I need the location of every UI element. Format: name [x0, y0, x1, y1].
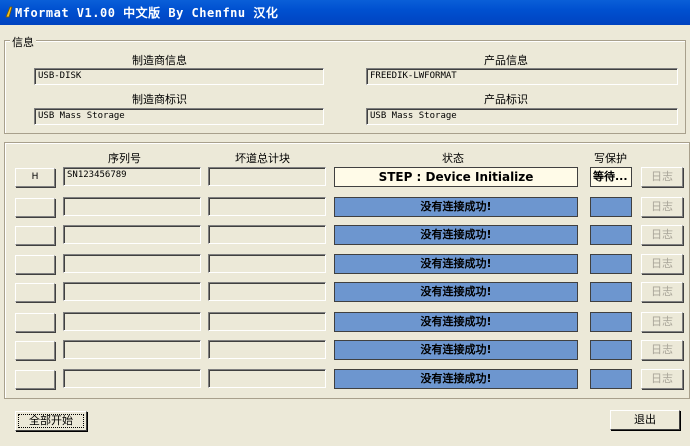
log-button[interactable]: 日志 [641, 282, 683, 302]
log-button[interactable]: 日志 [641, 167, 683, 187]
write-protect-field [590, 312, 632, 332]
device-select-button[interactable] [15, 283, 55, 302]
serial-number-field [63, 254, 201, 273]
exit-button[interactable]: 退出 [610, 410, 680, 430]
status-field: 没有连接成功! [334, 254, 578, 274]
device-select-button[interactable] [15, 370, 55, 389]
serial-number-field [63, 282, 201, 301]
status-field: 没有连接成功! [334, 282, 578, 302]
status-field: 没有连接成功! [334, 225, 578, 245]
badblocks-field [208, 282, 326, 301]
log-button[interactable]: 日志 [641, 369, 683, 389]
log-button[interactable]: 日志 [641, 197, 683, 217]
badblocks-field [208, 197, 326, 216]
write-protect-field [590, 225, 632, 245]
badblocks-field [208, 254, 326, 273]
product-info-label: 产品信息 [484, 54, 528, 67]
status-field: STEP : Device Initialize [334, 167, 578, 187]
log-button[interactable]: 日志 [641, 340, 683, 360]
serial-number-field [63, 197, 201, 216]
write-protect-field [590, 282, 632, 302]
serial-number-field: SN123456789 [63, 167, 201, 186]
manufacturer-info-field: USB-DISK [34, 68, 324, 85]
serial-number-field [63, 340, 201, 359]
status-field: 没有连接成功! [334, 312, 578, 332]
badblocks-field [208, 340, 326, 359]
log-button[interactable]: 日志 [641, 254, 683, 274]
write-protect-field [590, 340, 632, 360]
serial-number-field [63, 312, 201, 331]
column-header-badblocks: 坏道总计块 [235, 152, 290, 165]
manufacturer-info-label: 制造商信息 [132, 54, 187, 67]
write-protect-field [590, 254, 632, 274]
start-all-button[interactable]: 全部开始 [15, 411, 87, 431]
status-field: 没有连接成功! [334, 369, 578, 389]
device-select-button[interactable] [15, 313, 55, 332]
device-select-button[interactable] [15, 198, 55, 217]
write-protect-field [590, 369, 632, 389]
window-title: Mformat V1.00 中文版 By Chenfnu 汉化 [15, 6, 279, 20]
badblocks-field [208, 312, 326, 331]
write-protect-field: 等待... [590, 167, 632, 187]
badblocks-field [208, 225, 326, 244]
product-info-field: FREEDIK-LWFORMAT [366, 68, 678, 85]
serial-number-field [63, 225, 201, 244]
title-bar: Mformat V1.00 中文版 By Chenfnu 汉化 [0, 0, 690, 25]
write-protect-field [590, 197, 632, 217]
serial-number-field [63, 369, 201, 388]
log-button[interactable]: 日志 [641, 312, 683, 332]
device-select-button[interactable]: H [15, 168, 55, 187]
badblocks-field [208, 167, 326, 186]
product-id-field: USB Mass Storage [366, 108, 678, 125]
column-header-writeprotect: 写保护 [594, 152, 627, 165]
info-legend: 信息 [10, 34, 36, 50]
device-select-button[interactable] [15, 341, 55, 360]
column-header-serial: 序列号 [108, 152, 141, 165]
column-header-status: 状态 [442, 152, 464, 165]
product-id-label: 产品标识 [484, 93, 528, 106]
device-select-button[interactable] [15, 255, 55, 274]
status-field: 没有连接成功! [334, 197, 578, 217]
status-field: 没有连接成功! [334, 340, 578, 360]
log-button[interactable]: 日志 [641, 225, 683, 245]
badblocks-field [208, 369, 326, 388]
manufacturer-id-field: USB Mass Storage [34, 108, 324, 125]
manufacturer-id-label: 制造商标识 [132, 93, 187, 106]
device-select-button[interactable] [15, 226, 55, 245]
